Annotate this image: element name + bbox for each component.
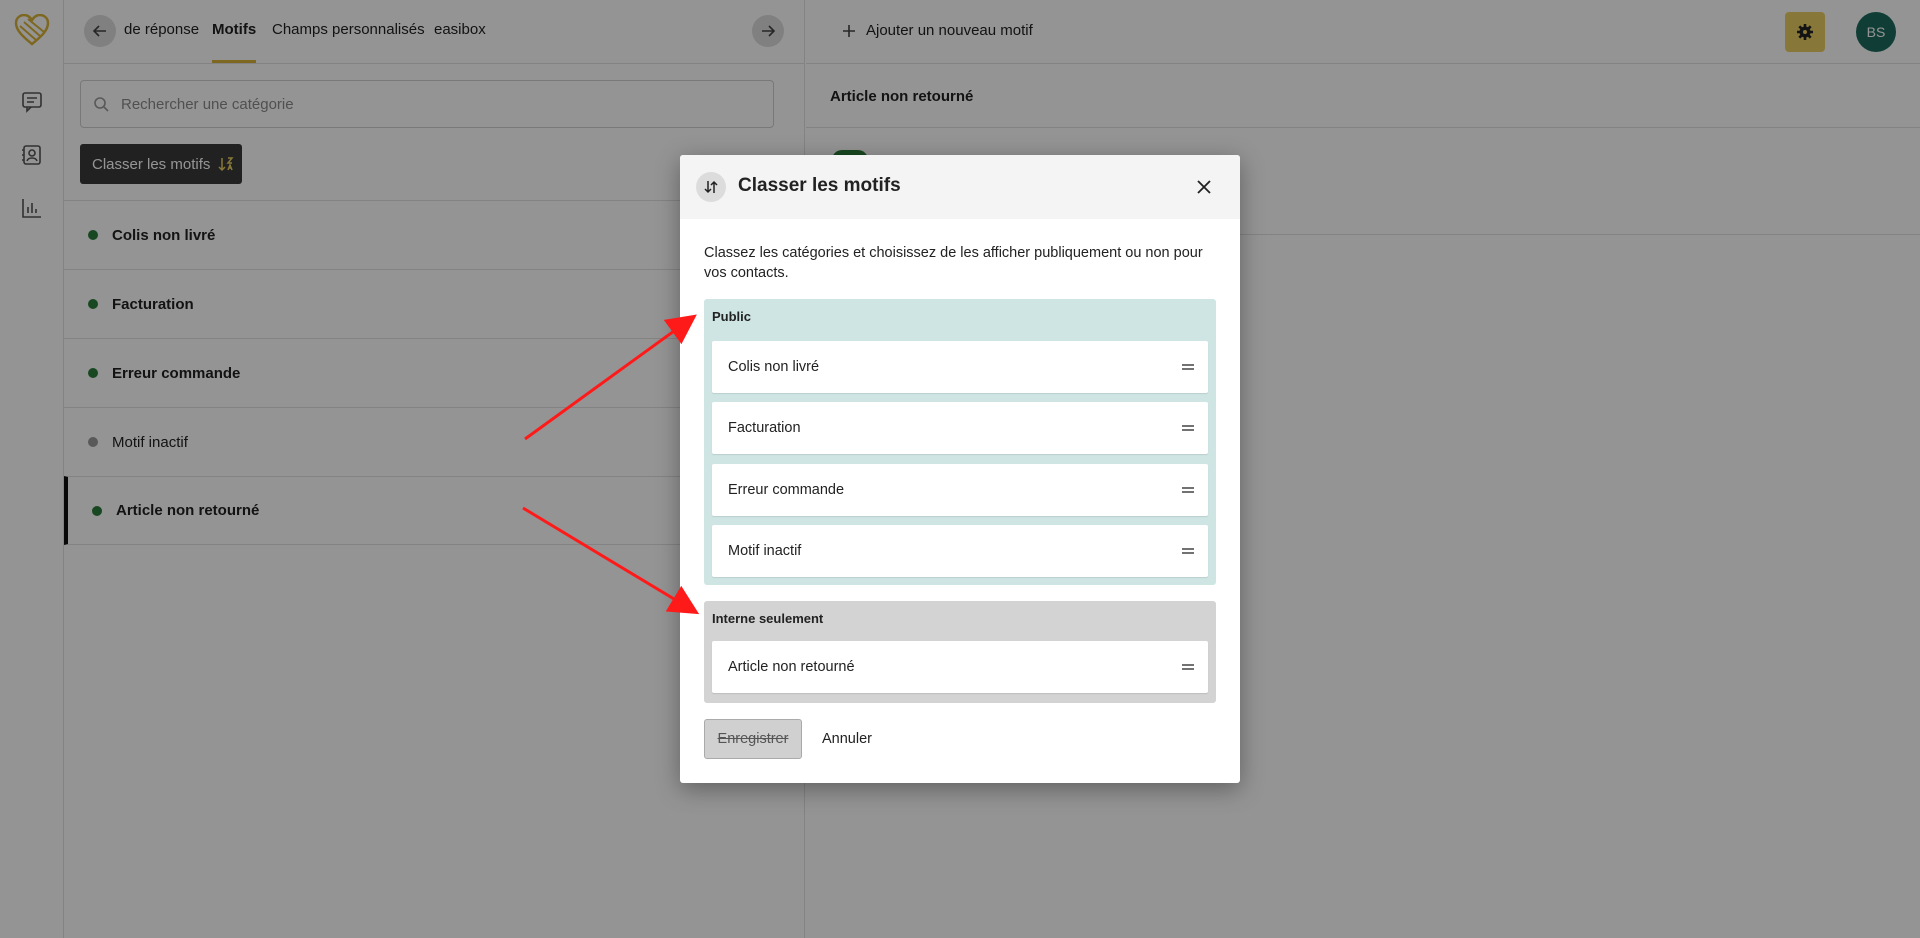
group-label: Public: [712, 309, 752, 324]
item-label: Article non retourné: [728, 659, 855, 675]
drag-handle-icon[interactable]: [1168, 663, 1208, 671]
internal-only-group: Interne seulement Article non retourné: [704, 601, 1216, 703]
public-group: Public Colis non livré Facturation Erreu…: [704, 299, 1216, 585]
draggable-item[interactable]: Article non retourné: [712, 641, 1208, 693]
drag-handle-icon[interactable]: [1168, 547, 1208, 555]
sort-icon: [696, 172, 726, 202]
group-label: Interne seulement: [712, 611, 824, 626]
drag-handle-icon[interactable]: [1168, 424, 1208, 432]
dialog-description: Classez les catégories et choisissez de …: [704, 245, 1203, 281]
draggable-item[interactable]: Motif inactif: [712, 525, 1208, 577]
sort-motifs-dialog: Classer les motifs Classez les catégorie…: [680, 155, 1240, 783]
item-label: Colis non livré: [728, 359, 820, 375]
close-icon: [1197, 180, 1211, 194]
item-label: Facturation: [728, 420, 801, 436]
dialog-title: Classer les motifs: [738, 175, 901, 196]
save-button[interactable]: Enregistrer: [704, 719, 802, 759]
draggable-item[interactable]: Erreur commande: [712, 464, 1208, 516]
item-label: Motif inactif: [728, 543, 802, 559]
dialog-footer: Enregistrer Annuler: [704, 719, 872, 759]
drag-handle-icon[interactable]: [1168, 486, 1208, 494]
item-label: Erreur commande: [728, 482, 845, 498]
cancel-button[interactable]: Annuler: [822, 731, 872, 747]
draggable-item[interactable]: Colis non livré: [712, 341, 1208, 393]
draggable-item[interactable]: Facturation: [712, 402, 1208, 454]
dialog-header: Classer les motifs: [680, 155, 1240, 219]
close-button[interactable]: [1192, 175, 1216, 199]
drag-handle-icon[interactable]: [1168, 363, 1208, 371]
